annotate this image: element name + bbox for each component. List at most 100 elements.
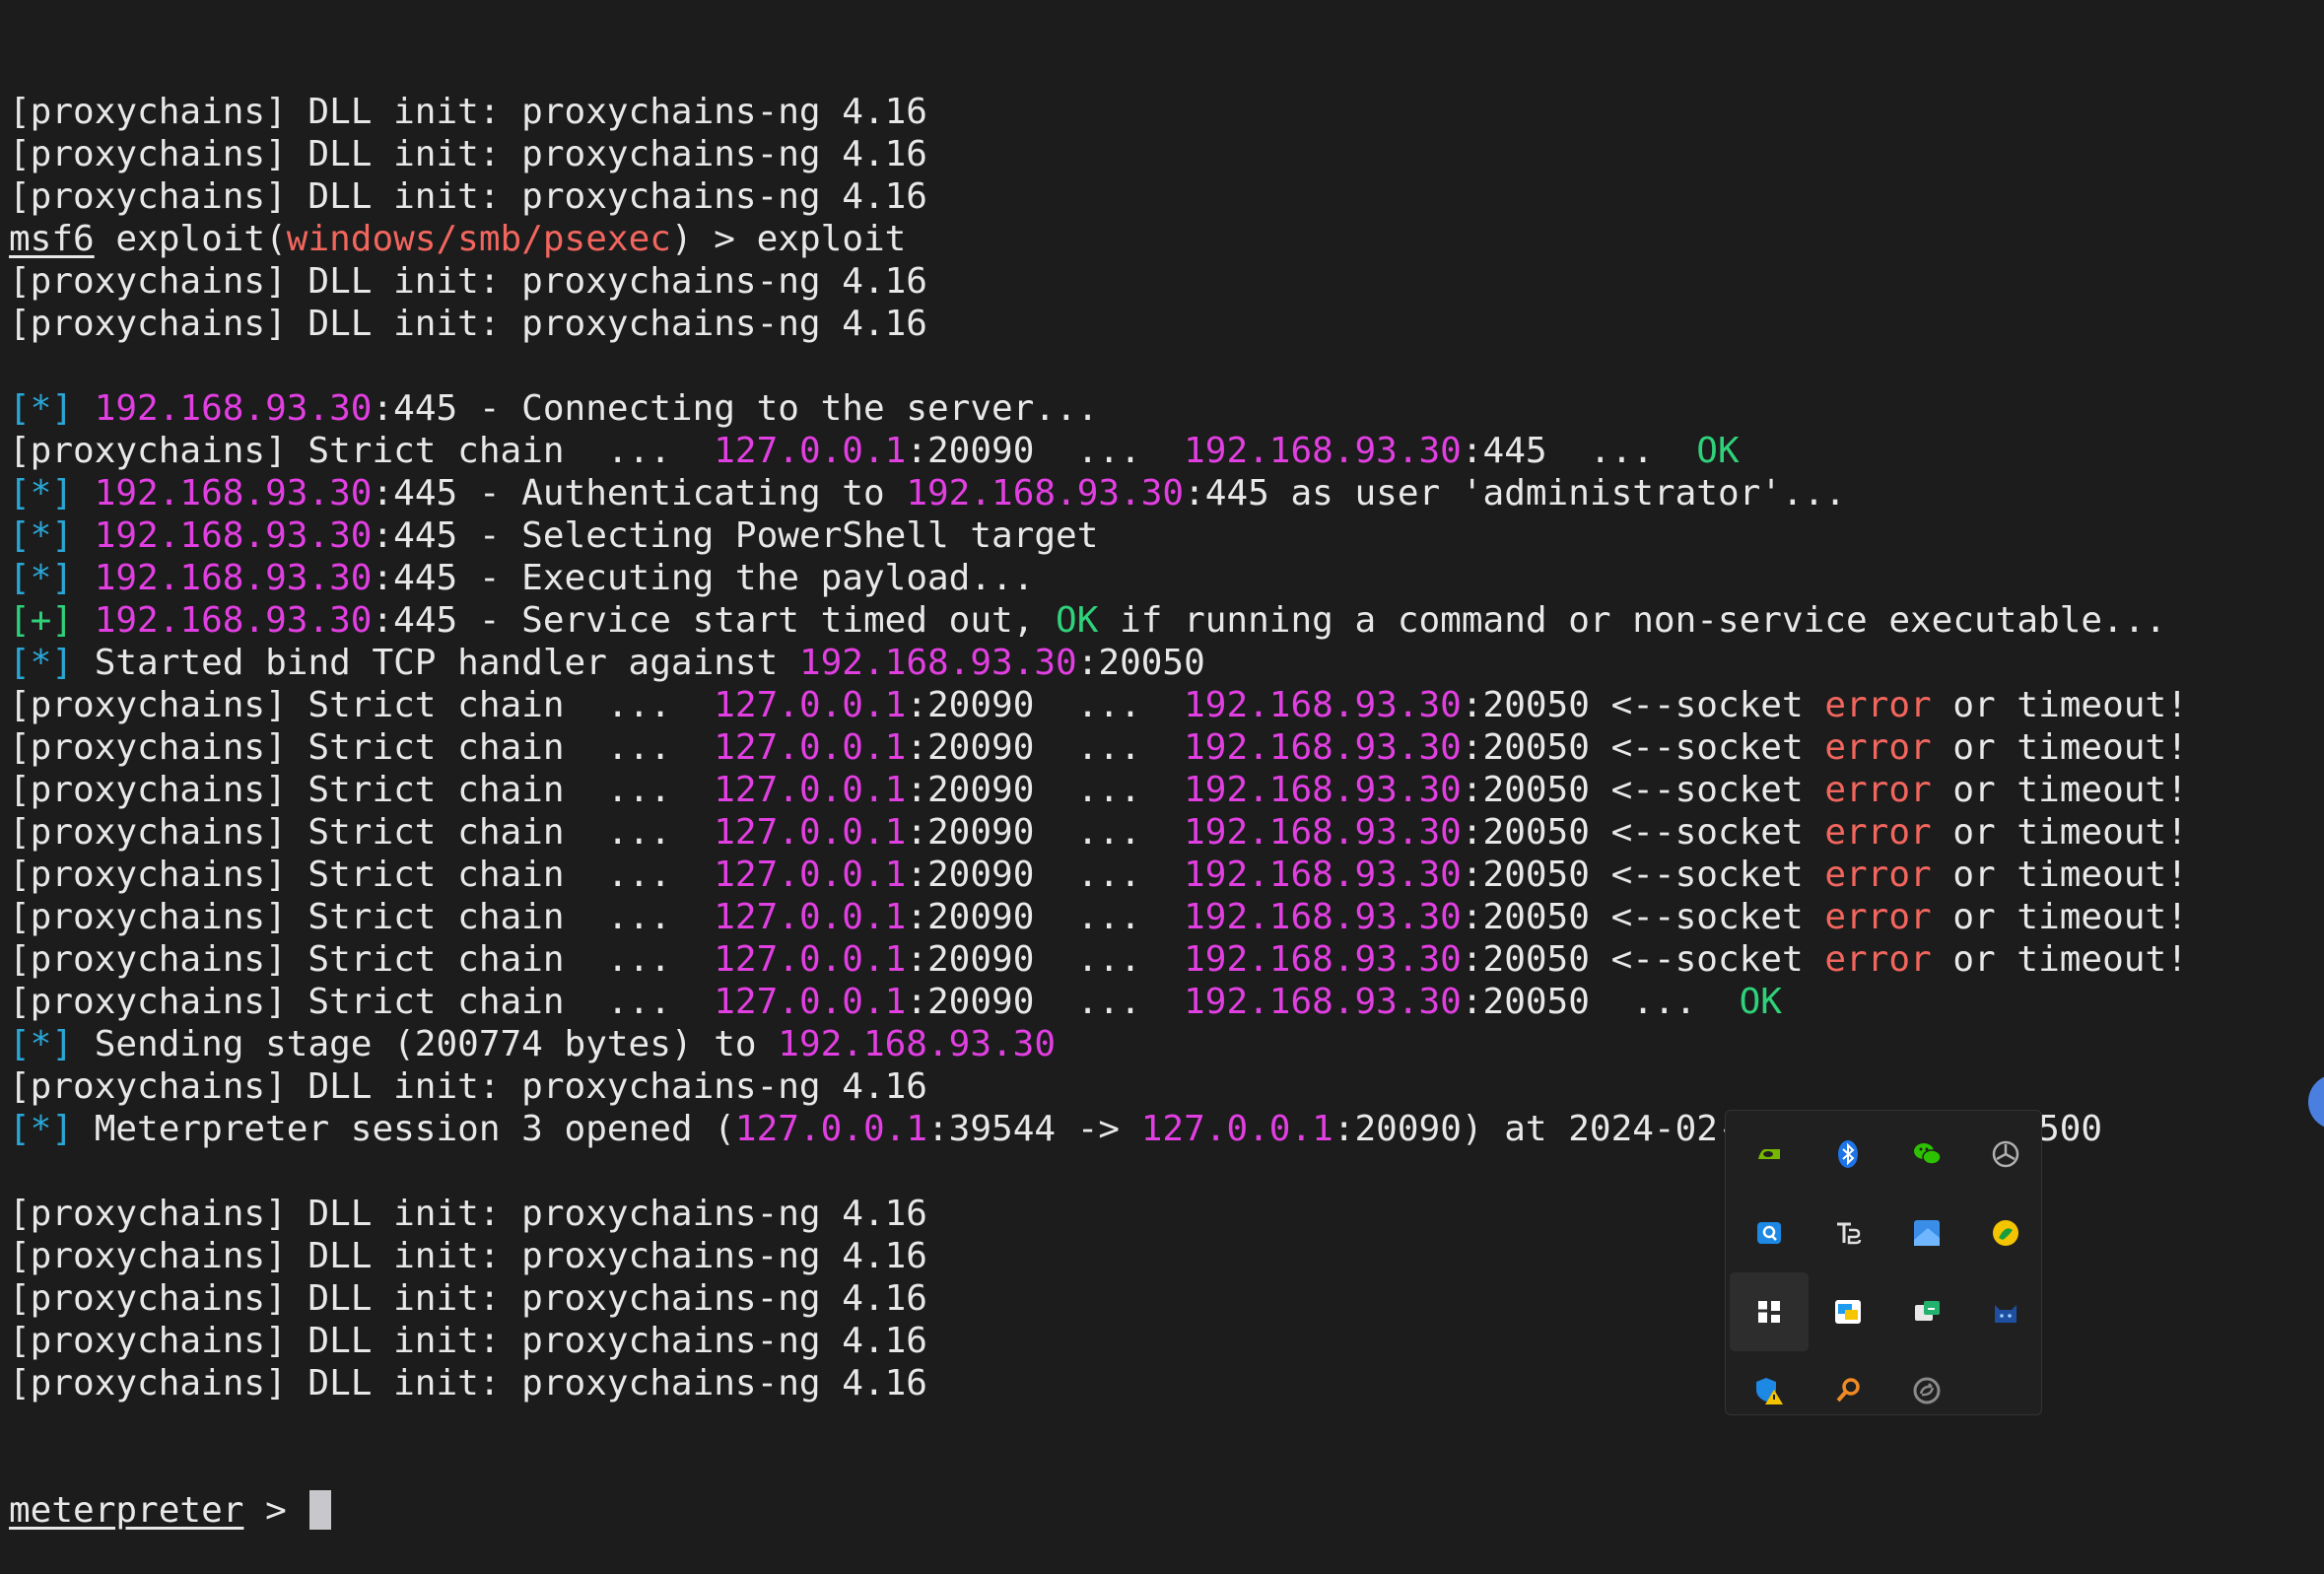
- terminal-text-segment: exploit(: [94, 219, 287, 259]
- terminal-text-segment: 192.168.93.30: [94, 388, 373, 429]
- terminal-text-segment: error: [1824, 770, 1932, 810]
- terminal-text-segment: Sending stage (200774 bytes) to: [94, 1024, 779, 1064]
- terminal-text-segment: [*]: [9, 1024, 95, 1064]
- terminal-text-segment: 192.168.93.30: [94, 473, 373, 513]
- terminal-text-segment: [proxychains] DLL init: proxychains-ng 4…: [9, 134, 927, 174]
- terminal-text-segment: :39544 ->: [927, 1109, 1141, 1149]
- terminal-text-segment: 127.0.0.1: [714, 855, 907, 895]
- terminal-text-segment: 192.168.93.30: [1184, 727, 1462, 768]
- terminal-text-segment: :20050 ...: [1461, 982, 1740, 1022]
- yellow-circle-app-icon[interactable]: [1966, 1194, 2045, 1272]
- terminal-text-segment: error: [1824, 939, 1932, 980]
- terminal-text-segment: [*]: [9, 388, 95, 429]
- terminal-text-segment: 127.0.0.1: [734, 1109, 927, 1149]
- terminal-text-segment: 127.0.0.1: [714, 685, 907, 725]
- terminal-text-segment: :20090 ...: [906, 431, 1185, 471]
- terminal-text-segment: error: [1824, 727, 1932, 768]
- terminal-text-segment: 192.168.93.30: [1184, 770, 1462, 810]
- terminal-text-segment: OK: [1056, 600, 1099, 641]
- terminal-line: [proxychains] DLL init: proxychains-ng 4…: [9, 303, 2324, 345]
- terminal-text-segment: msf6: [9, 219, 95, 259]
- terminal-text-segment: :20050: [1076, 643, 1205, 683]
- terminal-text-segment: :20090 ...: [906, 855, 1185, 895]
- terminal-text-segment: [proxychains] Strict chain ...: [9, 982, 715, 1022]
- bluetooth-icon[interactable]: [1809, 1115, 1887, 1194]
- honor-manager-icon[interactable]: [1887, 1272, 1966, 1351]
- terminal-text-segment: [proxychains] DLL init: proxychains-ng 4…: [9, 261, 927, 302]
- terminal-text-segment: [proxychains] Strict chain ...: [9, 431, 715, 471]
- nvidia-icon[interactable]: [1730, 1115, 1809, 1194]
- terminal-text-segment: [+]: [9, 600, 95, 641]
- magnifier-icon[interactable]: [1809, 1351, 1887, 1430]
- terminal-text-segment: [proxychains] DLL init: proxychains-ng 4…: [9, 1321, 927, 1361]
- terminal-line: [proxychains] Strict chain ... 127.0.0.1…: [9, 981, 2324, 1023]
- screen-capture-icon[interactable]: [1809, 1272, 1887, 1351]
- defender-warning-icon[interactable]: [1730, 1351, 1809, 1430]
- cat-app-icon[interactable]: [1966, 1272, 2045, 1351]
- terminal-line: [proxychains] Strict chain ... 127.0.0.1…: [9, 430, 2324, 472]
- terminal-line: [+] 192.168.93.30:445 - Service start ti…: [9, 599, 2324, 642]
- terminal-text-segment: 127.0.0.1: [714, 770, 907, 810]
- terminal-text-segment: :445 - Authenticating to: [372, 473, 907, 513]
- app-tile-icon[interactable]: [1730, 1272, 1809, 1351]
- terminal-text-segment: :20090 ...: [906, 982, 1185, 1022]
- terminal-text-segment: 192.168.93.30: [94, 600, 373, 641]
- terminal-line: [proxychains] DLL init: proxychains-ng 4…: [9, 133, 2324, 175]
- terminal-text-segment: :20050 <--socket: [1461, 685, 1825, 725]
- terminal-text-segment: [proxychains] DLL init: proxychains-ng 4…: [9, 1363, 927, 1403]
- terminal-text-segment: windows/smb/psexec: [286, 219, 671, 259]
- snipaste-icon[interactable]: [1887, 1194, 1966, 1272]
- app-settings-icon[interactable]: [1966, 1115, 2045, 1194]
- terminal-text-segment: 192.168.93.30: [1184, 431, 1462, 471]
- terminal-text-segment: error: [1824, 897, 1932, 937]
- terminal-text-segment: :20050 <--socket: [1461, 939, 1825, 980]
- terminal-text-segment: error: [1824, 855, 1932, 895]
- terminal-text-segment: 192.168.93.30: [1184, 897, 1462, 937]
- terminal-text-segment: :20050 <--socket: [1461, 855, 1825, 895]
- prompt-label: meterpreter: [9, 1490, 244, 1531]
- terminal-text-segment: [proxychains] Strict chain ...: [9, 897, 715, 937]
- terminal-text-segment: [proxychains] DLL init: proxychains-ng 4…: [9, 1066, 927, 1107]
- terminal-line: [proxychains] DLL init: proxychains-ng 4…: [9, 91, 2324, 133]
- terminal-line: [proxychains] Strict chain ... 127.0.0.1…: [9, 769, 2324, 811]
- sync-icon[interactable]: [1887, 1351, 1966, 1430]
- terminal-line: [proxychains] Strict chain ... 127.0.0.1…: [9, 684, 2324, 726]
- terminal-line: [proxychains] DLL init: proxychains-ng 4…: [9, 175, 2324, 218]
- terminal-text-segment: 192.168.93.30: [1184, 812, 1462, 853]
- wechat-icon[interactable]: [1887, 1115, 1966, 1194]
- terminal-line: [proxychains] Strict chain ... 127.0.0.1…: [9, 938, 2324, 981]
- typora-icon[interactable]: [1809, 1194, 1887, 1272]
- terminal-text-segment: error: [1824, 812, 1932, 853]
- terminal-text-segment: or timeout!: [1931, 939, 2188, 980]
- terminal-text-segment: 127.0.0.1: [714, 727, 907, 768]
- terminal-text-segment: 192.168.93.30: [778, 1024, 1057, 1064]
- terminal-text-segment: 127.0.0.1: [714, 939, 907, 980]
- terminal-text-segment: :20090 ...: [906, 939, 1185, 980]
- terminal-text-segment: :445 - Executing the payload...: [372, 558, 1035, 598]
- meterpreter-prompt-line[interactable]: meterpreter >: [9, 1489, 2324, 1532]
- terminal-text-segment: [proxychains] Strict chain ...: [9, 770, 715, 810]
- terminal-text-segment: [*]: [9, 515, 95, 556]
- system-tray-overflow: [1725, 1110, 2042, 1415]
- terminal-line: [proxychains] Strict chain ... 127.0.0.1…: [9, 811, 2324, 854]
- terminal-text-segment: :445 - Connecting to the server...: [372, 388, 1099, 429]
- terminal-text-segment: [proxychains] Strict chain ...: [9, 812, 715, 853]
- terminal-text-segment: :20090 ...: [906, 727, 1185, 768]
- terminal-text-segment: 192.168.93.30: [1184, 982, 1462, 1022]
- terminal-line: [proxychains] DLL init: proxychains-ng 4…: [9, 260, 2324, 303]
- terminal-text-segment: or timeout!: [1931, 812, 2188, 853]
- terminal-text-segment: :20050 <--socket: [1461, 897, 1825, 937]
- terminal-text-segment: [proxychains] DLL init: proxychains-ng 4…: [9, 304, 927, 344]
- terminal-text-segment: Started bind TCP handler against: [94, 643, 799, 683]
- terminal-text-segment: 127.0.0.1: [714, 431, 907, 471]
- terminal-text-segment: or timeout!: [1931, 855, 2188, 895]
- terminal-text-segment: :445 - Selecting PowerShell target: [372, 515, 1099, 556]
- terminal-text-segment: 192.168.93.30: [906, 473, 1185, 513]
- terminal-text-segment: [*]: [9, 643, 95, 683]
- terminal-text-segment: error: [1824, 685, 1932, 725]
- terminal-line: msf6 exploit(windows/smb/psexec) > explo…: [9, 218, 2324, 260]
- terminal-text-segment: 127.0.0.1: [714, 897, 907, 937]
- search-app-icon[interactable]: [1730, 1194, 1809, 1272]
- terminal-text-segment: 192.168.93.30: [94, 515, 373, 556]
- terminal-line: [*] Sending stage (200774 bytes) to 192.…: [9, 1023, 2324, 1065]
